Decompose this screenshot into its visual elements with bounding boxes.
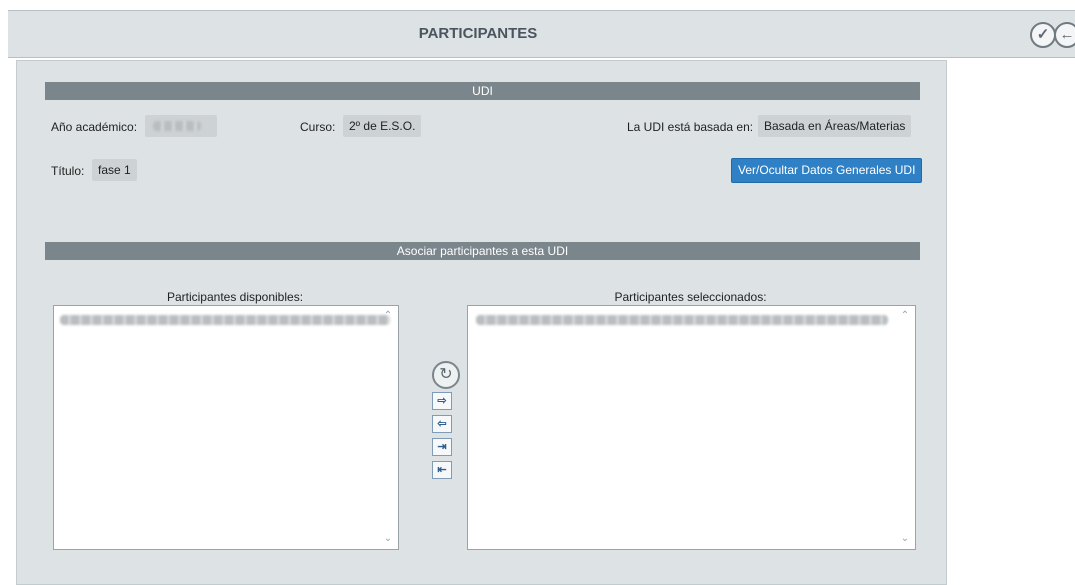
udi-section-header: UDI bbox=[45, 82, 920, 100]
scroll-up-icon[interactable]: ⌃ bbox=[899, 310, 911, 322]
list-item[interactable] bbox=[60, 315, 390, 325]
move-right-icon[interactable]: ⇨ bbox=[432, 392, 452, 410]
scroll-up-icon[interactable]: ⌃ bbox=[382, 310, 394, 322]
redacted-text bbox=[153, 121, 201, 131]
move-all-left-icon[interactable]: ⇤ bbox=[432, 461, 452, 479]
available-list-label: Participantes disponibles: bbox=[166, 290, 304, 304]
list-item[interactable] bbox=[476, 315, 888, 325]
anio-academico-value bbox=[145, 115, 217, 137]
titulo-value: fase 1 bbox=[92, 159, 137, 181]
selected-list-label: Participantes seleccionados: bbox=[614, 290, 767, 304]
scroll-down-icon[interactable]: ⌄ bbox=[382, 533, 394, 545]
page-title: PARTICIPANTES bbox=[418, 25, 538, 42]
header-bar: PARTICIPANTES ✓ ← bbox=[8, 10, 1075, 58]
basada-label: La UDI está basada en: bbox=[627, 120, 754, 134]
selected-participants-list[interactable]: ⌃ ⌄ bbox=[467, 305, 916, 550]
titulo-label: Título: bbox=[51, 164, 85, 178]
back-arrow-circle-icon[interactable]: ← bbox=[1054, 22, 1075, 48]
scroll-down-icon[interactable]: ⌄ bbox=[899, 533, 911, 545]
move-all-right-icon[interactable]: ⇥ bbox=[432, 438, 452, 456]
refresh-icon[interactable]: ↻ bbox=[432, 361, 460, 389]
move-left-icon[interactable]: ⇦ bbox=[432, 415, 452, 433]
available-participants-list[interactable]: ⌃ ⌄ bbox=[53, 305, 399, 550]
curso-label: Curso: bbox=[300, 120, 336, 134]
participants-section-header: Asociar participantes a esta UDI bbox=[45, 242, 920, 260]
main-panel: UDI Año académico: Curso: 2º de E.S.O. L… bbox=[16, 60, 947, 585]
toggle-datos-generales-button[interactable]: Ver/Ocultar Datos Generales UDI bbox=[731, 158, 923, 183]
curso-value: 2º de E.S.O. bbox=[343, 115, 422, 137]
anio-academico-label: Año académico: bbox=[51, 120, 138, 134]
basada-value: Basada en Áreas/Materias bbox=[758, 115, 912, 137]
check-circle-icon[interactable]: ✓ bbox=[1030, 22, 1056, 48]
